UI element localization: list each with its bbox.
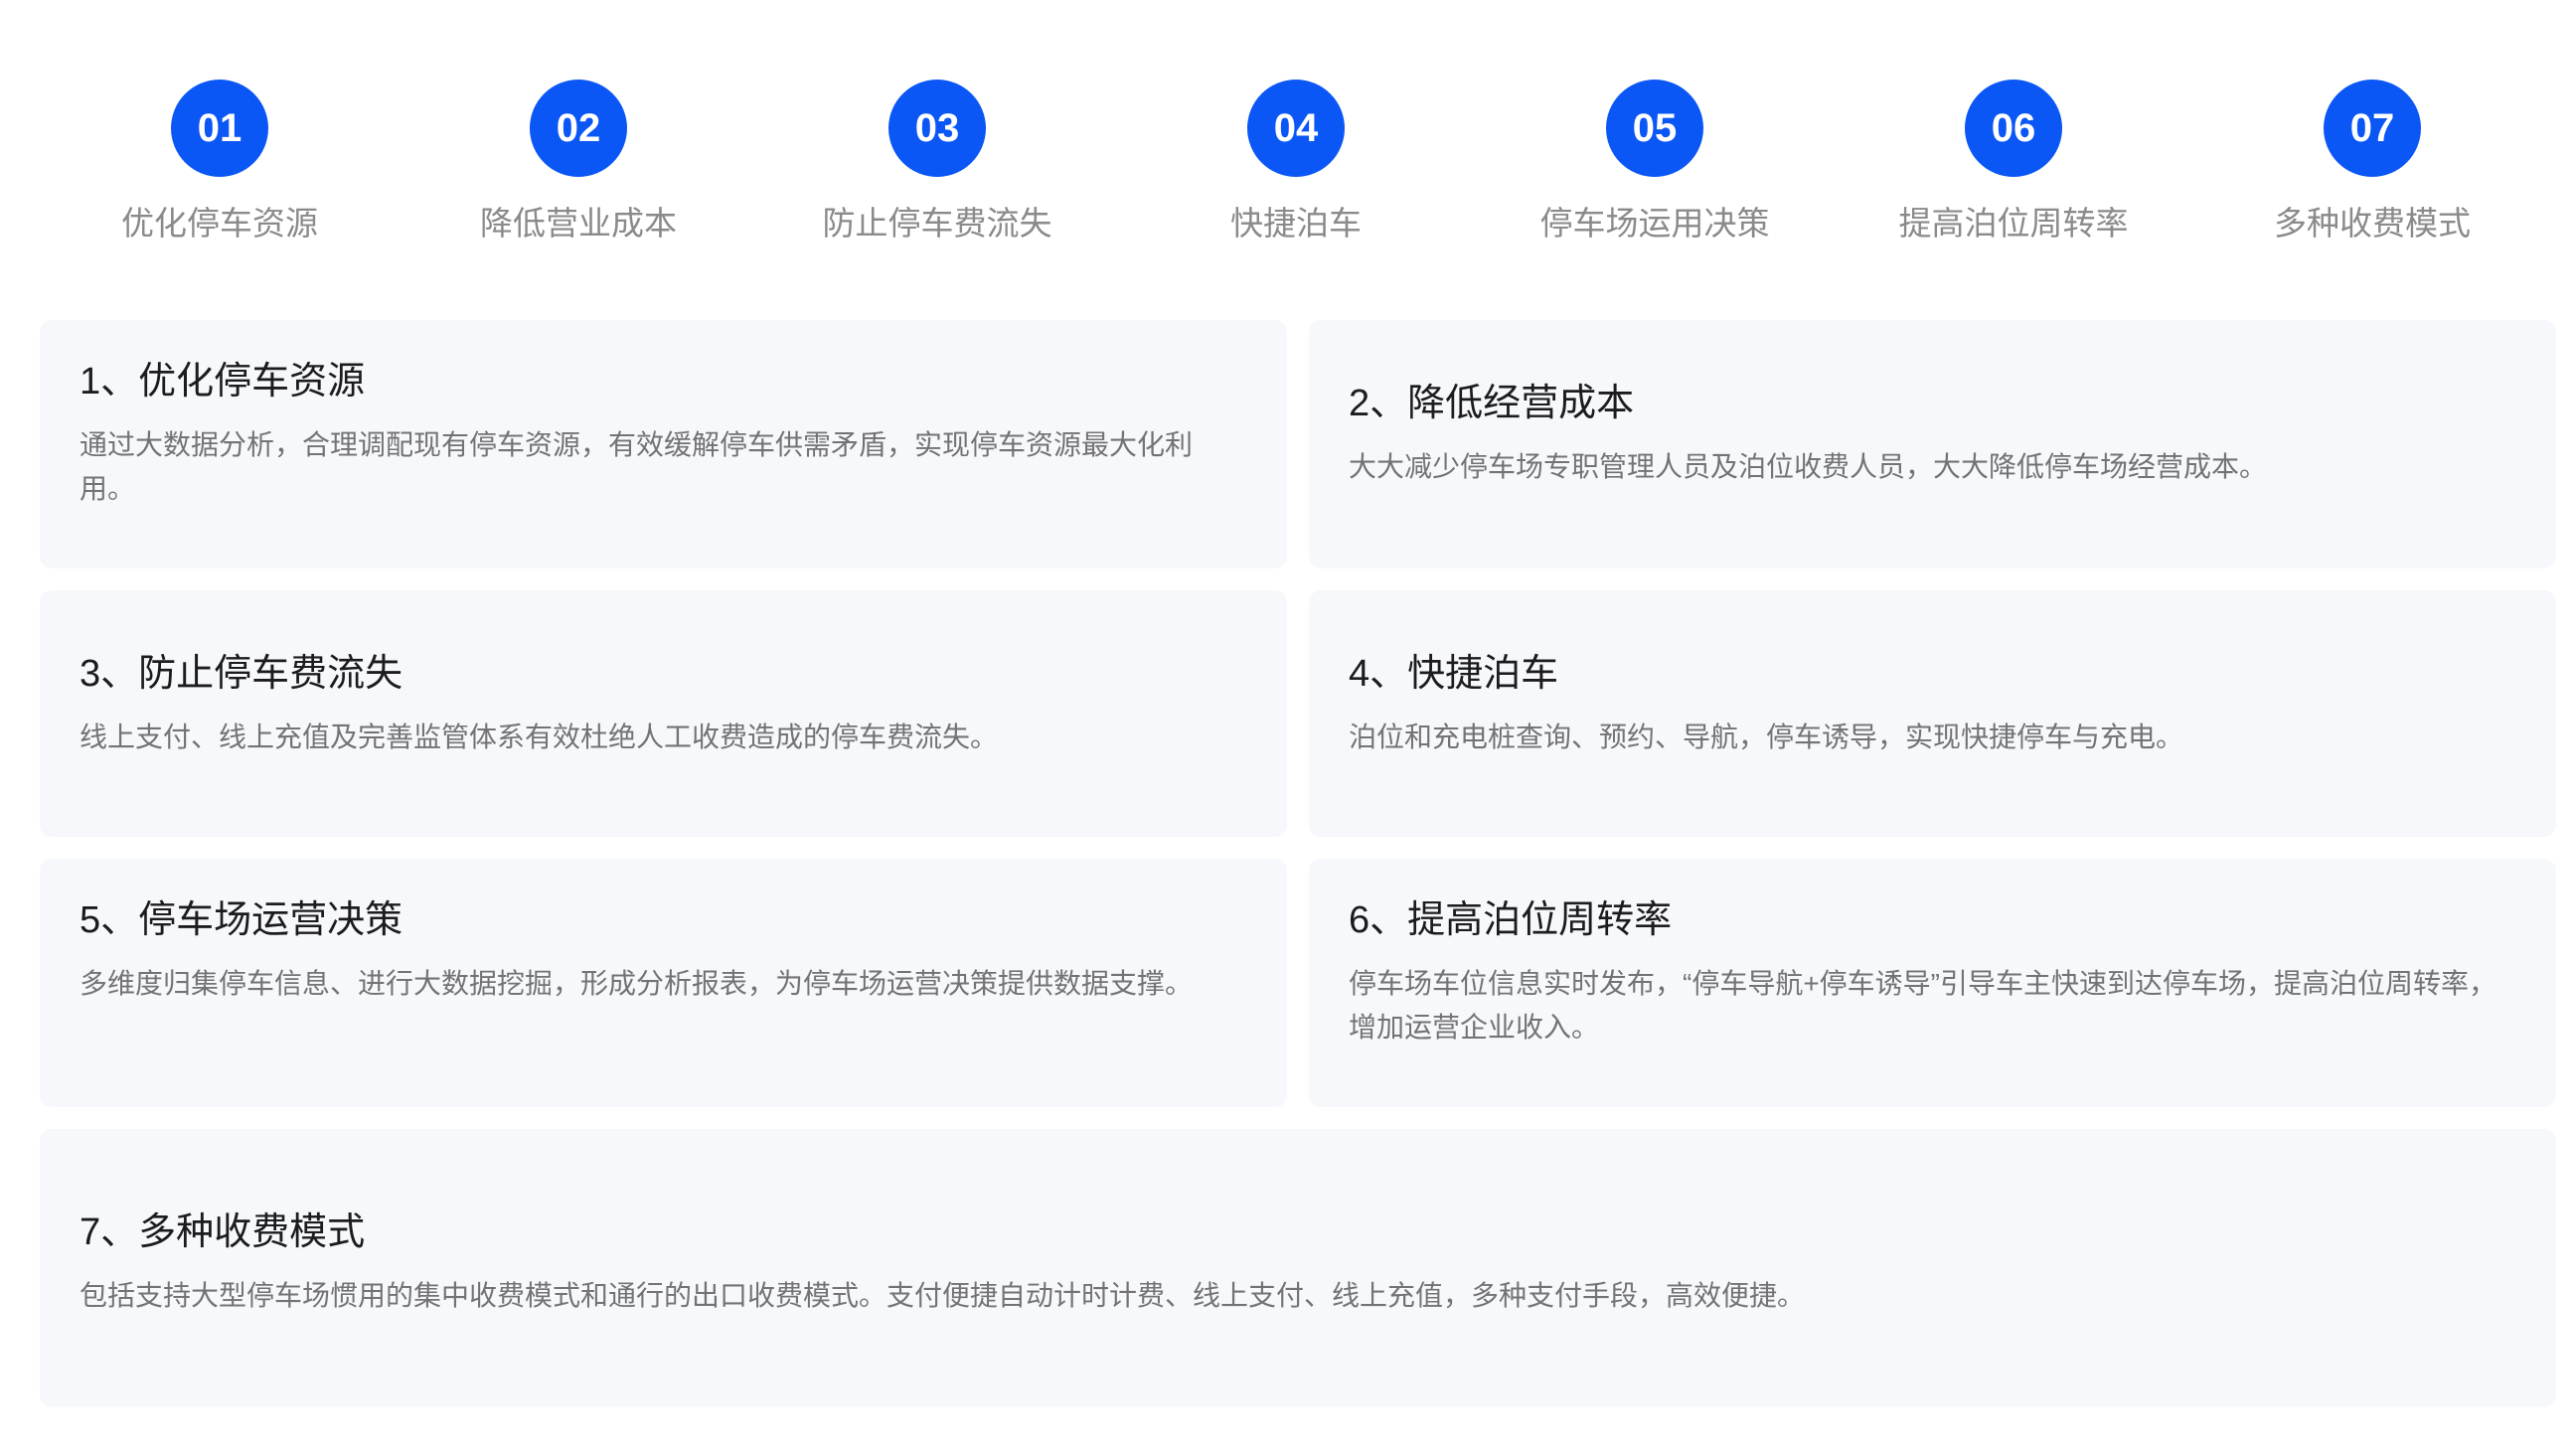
card-title: 6、提高泊位周转率	[1349, 899, 1673, 941]
card-description: 停车场车位信息实时发布，“停车导航+停车诱导”引导车主快速到达停车场，提高泊位周…	[1349, 968, 2497, 1043]
feature-card-7: 7、多种收费模式 包括支持大型停车场惯用的集中收费模式和通行的出口收费模式。支付…	[40, 1129, 2556, 1407]
feature-card-1: 1、优化停车资源 通过大数据分析，合理调配现有停车资源，有效缓解停车供需矛盾，实…	[40, 320, 1287, 568]
card-title: 5、停车场运营决策	[80, 899, 403, 941]
step-label: 提高泊位周转率	[1898, 205, 2129, 242]
feature-card-4: 4、快捷泊车 泊位和充电桩查询、预约、导航，停车诱导，实现快捷停车与充电。	[1309, 590, 2556, 837]
card-description: 泊位和充电桩查询、预约、导航，停车诱导，实现快捷停车与充电。	[1349, 722, 2184, 752]
step-label: 降低营业成本	[480, 205, 677, 242]
card-description: 线上支付、线上充值及完善监管体系有效杜绝人工收费造成的停车费流失。	[80, 722, 999, 752]
step-7: 07 多种收费模式	[2223, 80, 2521, 244]
step-label: 防止停车费流失	[822, 205, 1052, 242]
step-number-badge: 01	[171, 80, 268, 177]
step-label: 停车场运用决策	[1539, 205, 1770, 242]
card-description: 通过大数据分析，合理调配现有停车资源，有效缓解停车供需矛盾，实现停车资源最大化利…	[80, 429, 1194, 504]
step-number-badge: 07	[2324, 80, 2421, 177]
card-title: 3、防止停车费流失	[80, 653, 403, 695]
feature-card-2: 2、降低经营成本 大大减少停车场专职管理人员及泊位收费人员，大大降低停车场经营成…	[1309, 320, 2556, 568]
step-number-badge: 03	[888, 80, 986, 177]
step-3: 03 防止停车费流失	[788, 80, 1086, 244]
card-title: 2、降低经营成本	[1349, 383, 1635, 424]
step-number-badge: 02	[530, 80, 627, 177]
feature-card-6: 6、提高泊位周转率 停车场车位信息实时发布，“停车导航+停车诱导”引导车主快速到…	[1309, 859, 2556, 1107]
step-6: 06 提高泊位周转率	[1864, 80, 2163, 244]
step-5: 05 停车场运用决策	[1506, 80, 1804, 244]
step-number-badge: 06	[1965, 80, 2062, 177]
features-page: 01 优化停车资源 02 降低营业成本 03 防止停车费流失 04 快捷泊车 0…	[0, 0, 2576, 1451]
step-4: 04 快捷泊车	[1147, 80, 1445, 244]
step-label: 快捷泊车	[1230, 205, 1362, 242]
card-title: 1、优化停车资源	[80, 361, 366, 403]
step-row: 01 优化停车资源 02 降低营业成本 03 防止停车费流失 04 快捷泊车 0…	[0, 80, 2576, 248]
card-description: 包括支持大型停车场惯用的集中收费模式和通行的出口收费模式。支付便捷自动计时计费、…	[80, 1280, 1806, 1311]
step-2: 02 降低营业成本	[429, 80, 727, 244]
step-1: 01 优化停车资源	[71, 80, 369, 244]
step-label: 多种收费模式	[2274, 205, 2471, 242]
card-description: 多维度归集停车信息、进行大数据挖掘，形成分析报表，为停车场运营决策提供数据支撑。	[80, 968, 1194, 999]
card-title: 4、快捷泊车	[1349, 653, 1559, 695]
card-description: 大大减少停车场专职管理人员及泊位收费人员，大大降低停车场经营成本。	[1349, 451, 2268, 482]
card-title: 7、多种收费模式	[80, 1211, 366, 1253]
feature-card-5: 5、停车场运营决策 多维度归集停车信息、进行大数据挖掘，形成分析报表，为停车场运…	[40, 859, 1287, 1107]
step-label: 优化停车资源	[121, 205, 318, 242]
step-number-badge: 05	[1606, 80, 1703, 177]
step-number-badge: 04	[1247, 80, 1345, 177]
feature-card-3: 3、防止停车费流失 线上支付、线上充值及完善监管体系有效杜绝人工收费造成的停车费…	[40, 590, 1287, 837]
